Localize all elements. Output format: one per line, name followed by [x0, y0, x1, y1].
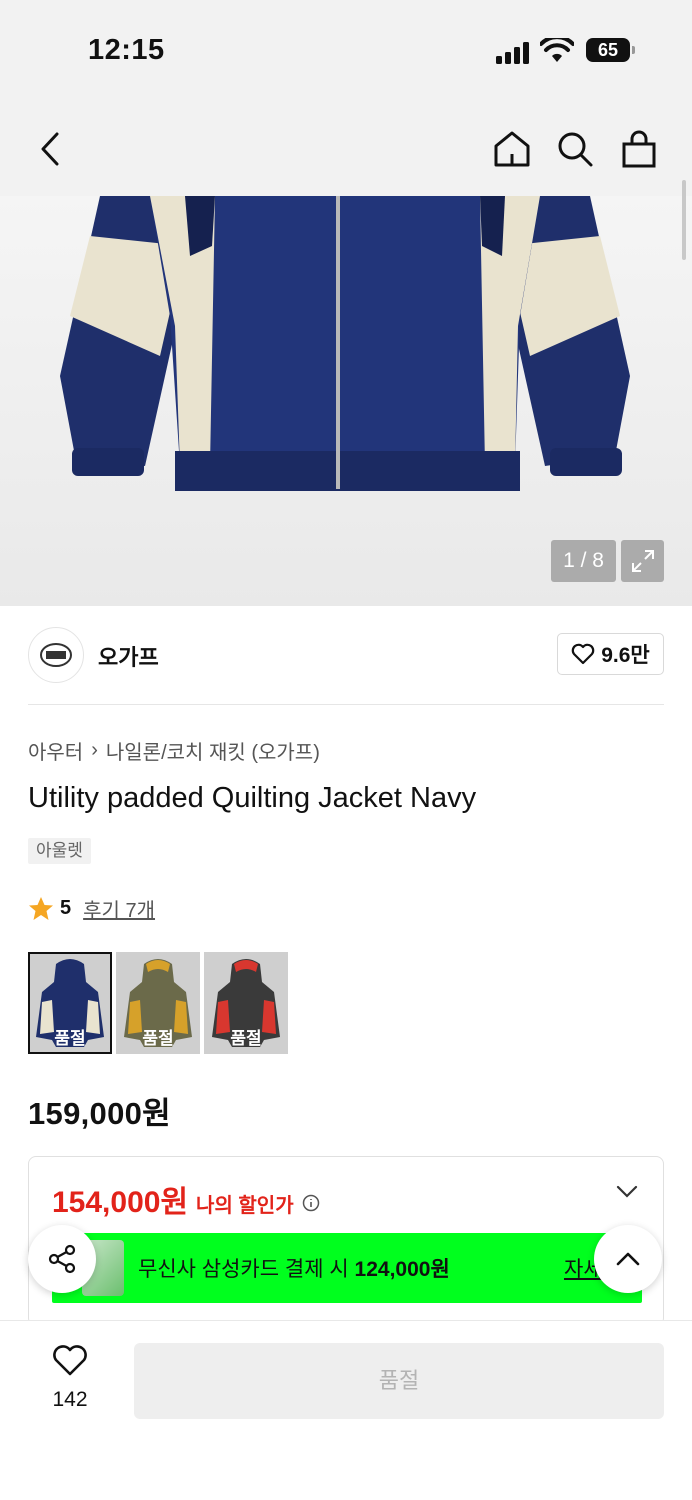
brand-logo[interactable]: [28, 627, 84, 683]
share-button[interactable]: [28, 1225, 96, 1293]
my-discount-price: 154,000원 나의 할인가: [52, 1177, 320, 1221]
home-button[interactable]: [490, 126, 534, 172]
breadcrumb: 아우터 › 나일론/코치 재킷 (오가프): [28, 736, 320, 765]
home-icon: [494, 131, 530, 167]
heart-icon: [53, 1345, 87, 1376]
heart-icon: [571, 643, 595, 665]
promo-text: 무신사 삼성카드 결제 시 124,000원: [138, 1253, 450, 1283]
scrollbar[interactable]: [682, 180, 686, 260]
info-icon[interactable]: [302, 1194, 320, 1212]
top-nav: [0, 100, 692, 196]
sold-out-label: 품절: [54, 1029, 86, 1048]
chevron-down-icon[interactable]: [616, 1185, 638, 1199]
brand-name[interactable]: 오가프: [98, 640, 159, 672]
promo-description: 무신사 삼성카드 결제 시: [138, 1258, 349, 1281]
image-counter: 1 / 8: [551, 540, 616, 582]
divider: [28, 704, 664, 705]
chevron-left-icon: [41, 132, 59, 166]
sold-out-label: 품절: [230, 1029, 262, 1048]
variant-thumbnail[interactable]: 품절: [116, 952, 200, 1054]
brand-like-button[interactable]: 9.6만: [557, 633, 664, 675]
battery-icon: 65: [586, 38, 635, 62]
color-variants: 품절 품절 품절: [28, 952, 288, 1054]
star-icon: [29, 897, 53, 920]
original-price: 159,000원: [28, 1096, 171, 1131]
share-icon: [48, 1244, 76, 1274]
my-price-label: 나의 할인가: [196, 1195, 294, 1217]
variant-thumbnail[interactable]: 품절: [204, 952, 288, 1054]
bottom-action-bar: 142 품절: [0, 1320, 692, 1500]
product-title: Utility padded Quilting Jacket Navy: [28, 782, 477, 814]
scroll-to-top-button[interactable]: [594, 1225, 662, 1293]
review-link[interactable]: 후기 7개: [83, 894, 155, 923]
search-button[interactable]: [553, 126, 597, 172]
brand-like-count: 9.6만: [601, 644, 650, 667]
breadcrumb-separator-icon: ›: [91, 739, 98, 761]
sold-out-button[interactable]: 품절: [134, 1343, 664, 1419]
discount-panel: 154,000원 나의 할인가 무신사 삼성카드 결제 시 124,000원 자…: [28, 1156, 664, 1326]
card-promo-banner[interactable]: 무신사 삼성카드 결제 시 124,000원 자세히: [52, 1233, 642, 1303]
wishlist-button[interactable]: 142: [34, 1345, 106, 1412]
my-price-amount: 154,000원: [52, 1186, 189, 1219]
search-icon: [558, 132, 593, 167]
promo-price: 124,000원: [354, 1258, 450, 1281]
status-bar: 12:15 65: [0, 0, 692, 100]
product-page: 12:15 65 1 / 8 오가프 9.6만 아우터 › 나일론/코치 재킷 …: [0, 0, 692, 1500]
breadcrumb-subcategory[interactable]: 나일론/코치 재킷 (오가프): [106, 736, 320, 765]
breadcrumb-category[interactable]: 아우터: [28, 736, 83, 765]
variant-thumbnail[interactable]: 품절: [28, 952, 112, 1054]
outlet-badge: 아울렛: [28, 838, 91, 864]
sold-out-label: 품절: [142, 1029, 174, 1048]
cellular-signal-icon: [496, 40, 532, 64]
cart-button[interactable]: [617, 126, 661, 172]
rating: 5 후기 7개: [28, 894, 155, 923]
wishlist-count: 142: [52, 1388, 88, 1411]
back-button[interactable]: [28, 126, 72, 172]
wifi-icon: [540, 38, 574, 62]
expand-image-button[interactable]: [621, 540, 664, 582]
chevron-up-icon: [616, 1252, 640, 1266]
rating-score: 5: [60, 897, 72, 919]
expand-icon: [631, 550, 654, 572]
brand-logo-icon: [40, 643, 72, 667]
status-time: 12:15: [88, 34, 165, 66]
shopping-bag-icon: [622, 130, 656, 168]
